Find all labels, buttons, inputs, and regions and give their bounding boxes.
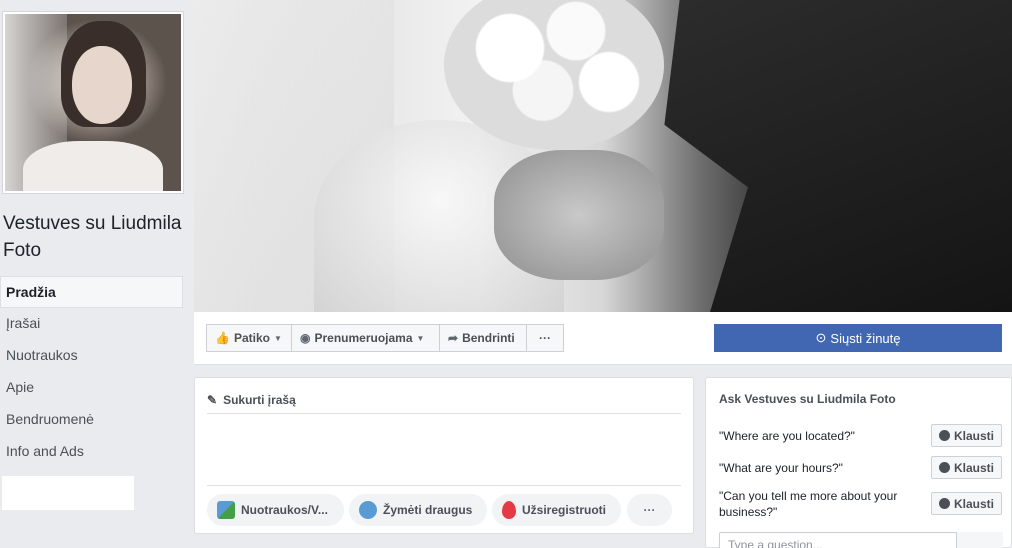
nav-blank-box [2, 476, 134, 510]
nav-item-community[interactable]: Bendruomenė [0, 404, 183, 436]
more-options-button[interactable]: ··· [526, 324, 564, 352]
send-message-button[interactable]: ⊙ Siųsti žinutę [714, 324, 1002, 352]
send-question-button[interactable] [956, 532, 1003, 548]
create-post-label: Sukurti įrašą [223, 393, 296, 407]
caret-down-icon: ▼ [416, 333, 425, 343]
page-nav: Pradžia Įrašai Nuotraukos Apie Bendruome… [0, 276, 183, 468]
nav-item-posts[interactable]: Įrašai [0, 308, 183, 340]
tag-friends-label: Žymėti draugus [383, 503, 473, 517]
check-in-button[interactable]: Užsiregistruoti [492, 494, 621, 526]
ask-title: Ask Vestuves su Liudmila Foto [719, 392, 896, 406]
ask-button-label: Klausti [953, 428, 994, 443]
share-arrow-icon: ➦ [448, 331, 459, 345]
tag-friends-icon [359, 501, 377, 519]
create-post-header[interactable]: ✎ Sukurti įrašą [207, 386, 296, 414]
ask-question: "What are your hours?" [719, 461, 843, 475]
nav-item-home[interactable]: Pradžia [0, 276, 183, 308]
nav-item-photos[interactable]: Nuotraukos [0, 340, 183, 372]
divider [207, 485, 681, 486]
send-message-label: Siųsti žinutę [830, 330, 901, 346]
nav-item-info-ads[interactable]: Info and Ads [0, 436, 183, 468]
ask-button[interactable]: Klausti [931, 424, 1002, 447]
page-action-bar: 👍 Patiko ▼ ◉ Prenumeruojama ▼ ➦ Bendrint… [194, 312, 1012, 365]
more-icon: ··· [539, 331, 551, 345]
ask-button[interactable]: Klausti [931, 492, 1002, 515]
profile-picture[interactable] [2, 11, 184, 194]
pencil-icon: ✎ [207, 393, 218, 407]
create-post-card: ✎ Sukurti įrašą Nuotraukos/V... Žymėti d… [194, 377, 694, 534]
nav-item-about[interactable]: Apie [0, 372, 183, 404]
photo-icon [217, 501, 235, 519]
messenger-icon: ⊙ [815, 330, 827, 345]
ask-button-label: Klausti [953, 496, 994, 511]
caret-down-icon: ▼ [273, 333, 282, 343]
thumbs-up-icon: 👍 [215, 331, 230, 345]
ask-question: "Can you tell me more about your busines… [719, 489, 898, 519]
follow-label: Prenumeruojama [314, 331, 413, 345]
more-icon: ··· [643, 503, 656, 517]
cover-photo[interactable] [194, 0, 1012, 312]
messenger-icon [938, 430, 950, 441]
avatar [5, 14, 181, 191]
ask-button[interactable]: Klausti [931, 456, 1002, 479]
check-in-label: Užsiregistruoti [522, 503, 607, 517]
ask-page-card: Ask Vestuves su Liudmila Foto "Where are… [705, 377, 1012, 548]
page-title[interactable]: Vestuves su Liudmila Foto [3, 210, 189, 264]
tag-friends-button[interactable]: Žymėti draugus [349, 494, 487, 526]
follow-button[interactable]: ◉ Prenumeruojama ▼ [291, 324, 440, 352]
location-pin-icon [502, 501, 516, 519]
share-button[interactable]: ➦ Bendrinti [439, 324, 527, 352]
like-label: Patiko [233, 331, 270, 345]
composer-more-button[interactable]: ··· [627, 494, 672, 526]
rss-icon: ◉ [300, 331, 311, 345]
ask-question: "Where are you located?" [719, 429, 855, 443]
ask-button-label: Klausti [953, 460, 994, 475]
messenger-icon [938, 498, 950, 509]
messenger-icon [938, 462, 950, 473]
photo-video-label: Nuotraukos/V... [241, 503, 328, 517]
like-button[interactable]: 👍 Patiko ▼ [206, 324, 292, 352]
divider [207, 413, 681, 414]
share-label: Bendrinti [462, 331, 515, 345]
photo-video-button[interactable]: Nuotraukos/V... [207, 494, 344, 526]
left-column: Vestuves su Liudmila Foto Pradžia Įrašai… [0, 0, 193, 548]
